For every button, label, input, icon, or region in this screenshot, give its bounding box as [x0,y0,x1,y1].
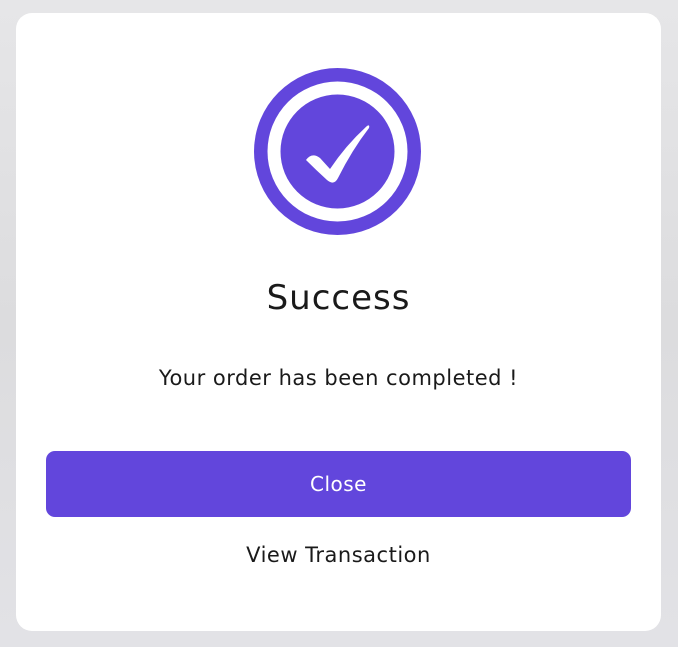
view-transaction-link[interactable]: View Transaction [16,543,661,567]
dialog-title: Success [266,278,411,318]
success-dialog: Success Your order has been completed ! … [16,13,661,631]
dialog-message: Your order has been completed ! [158,366,519,390]
close-button[interactable]: Close [46,451,631,517]
success-check-icon [254,68,421,235]
